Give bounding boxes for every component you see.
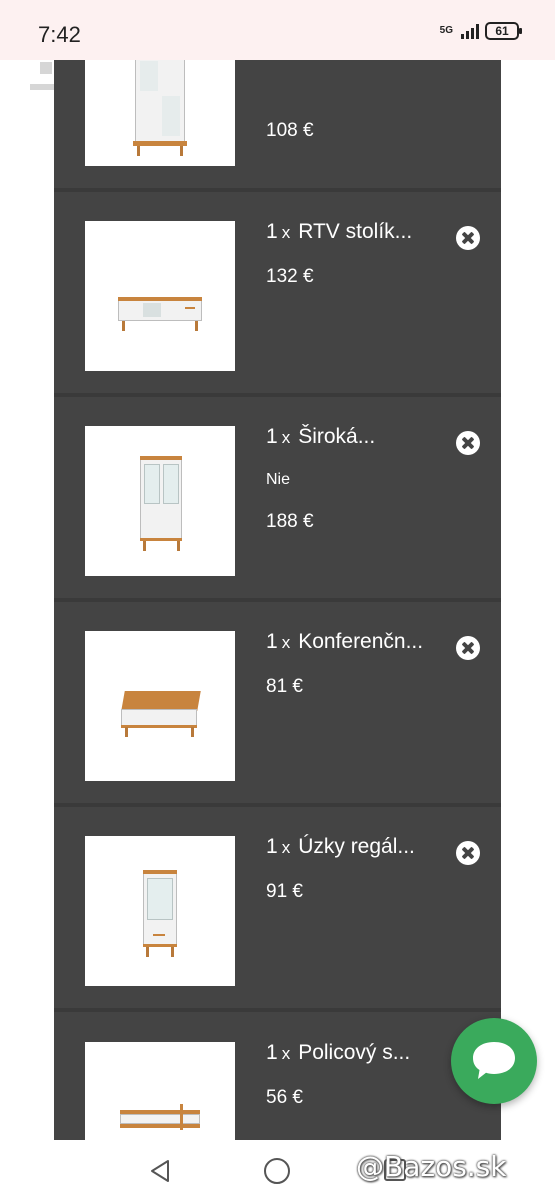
item-multiplier: x	[281, 1044, 291, 1063]
item-title[interactable]: 1 x Široká...	[266, 425, 375, 449]
cart-item: 1 x Úzky regál... 91 €	[54, 811, 501, 1012]
remove-item-icon[interactable]	[456, 636, 480, 660]
item-title[interactable]: 1 x Konferenčn...	[266, 630, 423, 654]
product-thumbnail[interactable]	[85, 60, 235, 166]
item-multiplier: x	[281, 223, 291, 242]
remove-item-icon[interactable]	[456, 841, 480, 865]
product-thumbnail[interactable]	[85, 1042, 235, 1140]
status-indicators: 5G 61	[439, 22, 522, 40]
product-thumbnail[interactable]	[85, 836, 235, 986]
back-icon[interactable]	[148, 1158, 172, 1184]
cart-item: 1 x Konferenčn... 81 €	[54, 606, 501, 807]
battery-icon: 61	[485, 22, 522, 40]
background-menu-icon	[30, 62, 56, 92]
item-price: 91 €	[266, 881, 303, 902]
item-price: 132 €	[266, 266, 314, 287]
battery-level: 61	[495, 24, 509, 38]
product-thumbnail[interactable]	[85, 221, 235, 371]
chat-button[interactable]	[451, 1018, 537, 1104]
item-title[interactable]: 1 x RTV stolík...	[266, 220, 412, 244]
cart-item: 1 x RTV stolík... 132 €	[54, 196, 501, 397]
chat-bubble-icon	[473, 1042, 515, 1079]
item-name: Široká...	[298, 425, 376, 448]
cart-item: 1 x Široká... Nie 188 €	[54, 401, 501, 602]
item-title[interactable]: 1 x Úzky regál...	[266, 835, 415, 859]
cart-item: 108 €	[54, 60, 501, 192]
signal-icon	[461, 23, 479, 39]
remove-item-icon[interactable]	[456, 226, 480, 250]
item-quantity: 1	[266, 220, 278, 243]
item-name: Úzky regál...	[298, 835, 415, 858]
item-quantity: 1	[266, 425, 278, 448]
item-price: 108 €	[266, 120, 314, 141]
item-name: Policový s...	[298, 1041, 411, 1064]
status-bar: 7:42 5G 61	[0, 0, 555, 60]
item-price: 188 €	[266, 511, 314, 532]
item-price: 56 €	[266, 1087, 303, 1108]
home-icon[interactable]	[264, 1158, 290, 1184]
item-price: 81 €	[266, 676, 303, 697]
watermark: @Bazos.sk	[356, 1150, 507, 1183]
item-title[interactable]: 1 x Policový s...	[266, 1041, 410, 1065]
status-time: 7:42	[38, 22, 81, 47]
item-multiplier: x	[281, 633, 291, 652]
cart-panel[interactable]: 108 € 1 x RTV stolík... 132 € 1 x Široká…	[54, 60, 501, 1140]
product-thumbnail[interactable]	[85, 426, 235, 576]
item-quantity: 1	[266, 630, 278, 653]
item-variant: Nie	[266, 471, 291, 488]
item-name: Konferenčn...	[298, 630, 424, 653]
network-type: 5G	[439, 25, 453, 36]
product-thumbnail[interactable]	[85, 631, 235, 781]
remove-item-icon[interactable]	[456, 431, 480, 455]
item-multiplier: x	[281, 428, 291, 447]
item-name: RTV stolík...	[298, 220, 413, 243]
item-multiplier: x	[281, 838, 291, 857]
cart-item: 1 x Policový s... 56 €	[54, 1017, 501, 1140]
item-quantity: 1	[266, 835, 278, 858]
item-quantity: 1	[266, 1041, 278, 1064]
